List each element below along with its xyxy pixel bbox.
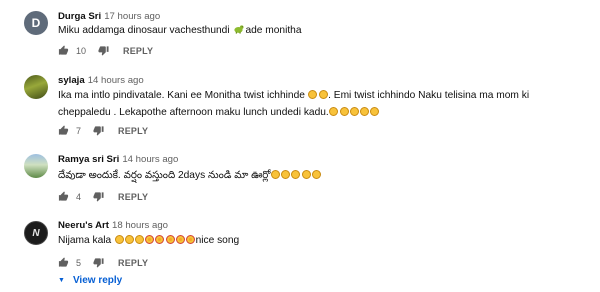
reply-button[interactable]: REPLY xyxy=(118,192,148,202)
heart-eyes-emoji-icon xyxy=(145,235,155,244)
thumbs-down-icon xyxy=(98,46,109,56)
author-name[interactable]: Neeru's Art xyxy=(58,220,109,231)
avatar[interactable]: N xyxy=(24,221,48,245)
dislike-button[interactable] xyxy=(93,125,104,136)
smiley-emoji-icon xyxy=(370,106,380,116)
smiley-emoji-icon xyxy=(271,170,281,179)
comment-text: Ika ma intlo pindivatale. Kani ee Monith… xyxy=(58,90,530,118)
avatar[interactable]: D xyxy=(24,11,48,35)
heart-eyes-emoji-icon xyxy=(185,235,195,244)
comment-actions: 10 REPLY xyxy=(58,45,153,56)
comment-actions: 7 REPLY xyxy=(58,125,148,136)
comment-text: Nijama kala nice song xyxy=(58,235,240,246)
thumbs-up-icon xyxy=(58,45,69,55)
comment-header: Neeru's Art 18 hours ago xyxy=(58,220,168,231)
heart-eyes-emoji-icon xyxy=(165,235,175,244)
thumbs-down-icon xyxy=(93,126,104,136)
thumbs-up-icon xyxy=(58,257,69,267)
dislike-button[interactable] xyxy=(98,45,109,56)
like-button[interactable]: 10 xyxy=(58,45,86,56)
comment-header: sylaja 14 hours ago xyxy=(58,75,144,86)
avatar[interactable] xyxy=(24,75,48,99)
like-button[interactable]: 4 xyxy=(58,191,81,202)
dislike-button[interactable] xyxy=(93,257,104,268)
thumbs-down-icon xyxy=(93,258,104,268)
smiley-emoji-icon xyxy=(359,106,369,116)
author-name[interactable]: Ramya sri Sri xyxy=(58,154,119,165)
dislike-button[interactable] xyxy=(93,191,104,202)
view-replies-label: View reply xyxy=(72,275,123,286)
comment-actions: 4 REPLY xyxy=(58,191,148,202)
timestamp[interactable]: 14 hours ago xyxy=(88,75,144,86)
like-count: 5 xyxy=(76,257,82,268)
smiley-emoji-icon xyxy=(281,170,291,179)
avatar[interactable] xyxy=(24,154,48,178)
thumbs-up-icon xyxy=(58,125,69,135)
caret-down-icon: ▼ xyxy=(58,277,65,284)
like-button[interactable]: 5 xyxy=(58,257,81,268)
heart-eyes-emoji-icon xyxy=(175,235,185,244)
smiley-emoji-icon xyxy=(301,170,311,179)
thumbs-up-icon xyxy=(58,191,69,201)
author-name[interactable]: Durga Sri xyxy=(58,11,101,22)
smiley-emoji-icon xyxy=(308,90,318,99)
smiley-emoji-icon xyxy=(124,235,134,244)
reply-button[interactable]: REPLY xyxy=(118,126,148,136)
reply-button[interactable]: REPLY xyxy=(123,46,153,56)
reply-button[interactable]: REPLY xyxy=(118,258,148,268)
like-count: 10 xyxy=(76,45,87,56)
dinosaur-emoji-icon xyxy=(234,25,244,34)
smiley-emoji-icon xyxy=(318,90,328,99)
comment-actions: 5 REPLY xyxy=(58,257,148,268)
like-button[interactable]: 7 xyxy=(58,125,81,136)
smiley-emoji-icon xyxy=(329,106,339,116)
smiley-emoji-icon xyxy=(135,235,145,244)
like-count: 7 xyxy=(76,125,82,136)
smiley-emoji-icon xyxy=(311,170,321,179)
view-replies-button[interactable]: ▼ View reply xyxy=(58,275,122,286)
smiley-emoji-icon xyxy=(291,170,301,179)
author-name[interactable]: sylaja xyxy=(58,75,85,86)
like-count: 4 xyxy=(76,191,82,202)
comment-text: దేవుడా అందుకే. వర్షం వస్తుంది 2days నుండ… xyxy=(58,168,558,185)
comment-text: Miku addamga dinosaur vachesthundi ade m… xyxy=(58,25,302,36)
smiley-emoji-icon xyxy=(114,235,124,244)
timestamp[interactable]: 14 hours ago xyxy=(122,154,178,165)
smiley-emoji-icon xyxy=(339,106,349,116)
timestamp[interactable]: 18 hours ago xyxy=(112,220,168,231)
comment-header: Ramya sri Sri 14 hours ago xyxy=(58,154,178,165)
timestamp[interactable]: 17 hours ago xyxy=(104,11,160,22)
heart-eyes-emoji-icon xyxy=(155,235,165,244)
comment-header: Durga Sri 17 hours ago xyxy=(58,11,160,22)
thumbs-down-icon xyxy=(93,192,104,202)
smiley-emoji-icon xyxy=(349,106,359,116)
